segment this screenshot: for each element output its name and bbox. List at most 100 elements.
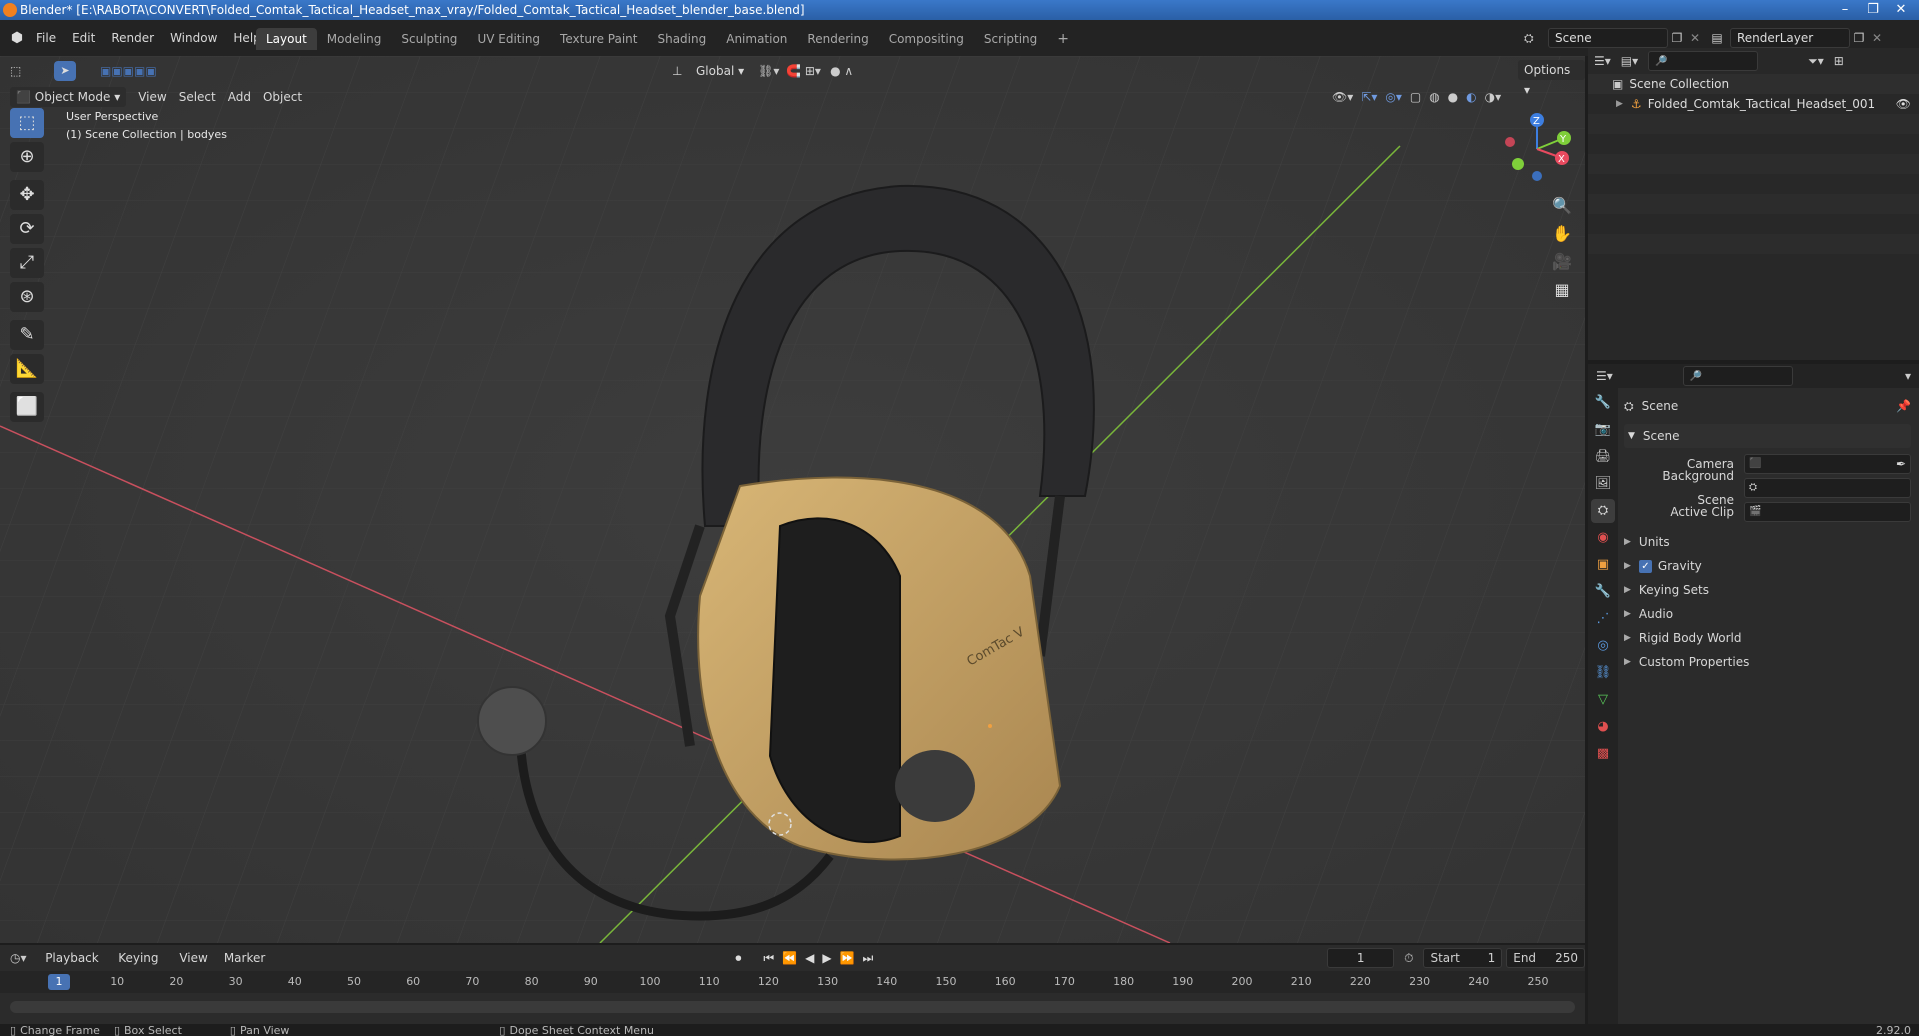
audio-subpanel[interactable]: ▶ Audio <box>1624 602 1911 626</box>
menu-keying[interactable]: Keying ▾ <box>112 948 169 985</box>
world-tab-icon[interactable]: ◉ <box>1591 526 1615 550</box>
3d-viewport[interactable]: ComTac V <box>0 56 1585 943</box>
view-layer-icon[interactable]: ▤ <box>1704 31 1730 45</box>
tab-texture-paint[interactable]: Texture Paint <box>550 28 647 50</box>
transform-tool-icon[interactable]: ⊛ <box>10 282 44 312</box>
rigid-body-world-subpanel[interactable]: ▶ Rigid Body World <box>1624 626 1911 650</box>
scene-section-header[interactable]: ▼ Scene <box>1624 424 1911 448</box>
constraint-tab-icon[interactable]: ⛓ <box>1591 661 1615 685</box>
delete-scene-icon[interactable]: ✕ <box>1686 31 1704 45</box>
start-frame-field[interactable]: Start 1 <box>1423 948 1503 968</box>
custom-properties-subpanel[interactable]: ▶ Custom Properties <box>1624 650 1911 674</box>
tab-layout[interactable]: Layout <box>256 28 317 50</box>
menu-file[interactable]: File <box>28 26 64 50</box>
filter-icon[interactable]: ⏷▾ <box>1808 54 1824 69</box>
pan-hand-icon[interactable]: ✋ <box>1548 220 1576 248</box>
add-workspace-icon[interactable]: + <box>1047 28 1079 50</box>
navigation-gizmo[interactable]: Z Y X <box>1500 112 1574 186</box>
xray-icon[interactable]: ▢ <box>1410 90 1421 104</box>
outliner-item[interactable]: ▶ ⚓ Folded_Comtak_Tactical_Headset_001 👁 <box>1588 94 1919 114</box>
zoom-icon[interactable]: 🔍 <box>1548 192 1576 220</box>
texture-tab-icon[interactable]: ▩ <box>1591 742 1615 766</box>
new-scene-icon[interactable]: ❐ <box>1668 31 1686 45</box>
menu-playback[interactable]: Playback ▾ <box>39 948 108 985</box>
scene-icon[interactable]: ⛭ <box>1524 31 1548 46</box>
snap-icon[interactable]: 🧲 ⊞▾ <box>786 64 830 78</box>
menu-render[interactable]: Render <box>103 26 162 50</box>
eye-icon[interactable]: 👁 <box>1896 94 1911 114</box>
tab-shading[interactable]: Shading <box>647 28 716 50</box>
properties-options-icon[interactable]: ▾ <box>1905 369 1911 383</box>
menu-timeline-view[interactable]: View <box>173 948 213 968</box>
select-box-tool-icon[interactable]: ⬚ <box>10 108 44 138</box>
current-frame-marker[interactable]: 1 <box>48 974 70 990</box>
rendered-shading-icon[interactable]: ◑▾ <box>1485 90 1502 104</box>
outliner-editor-icon[interactable]: ☰▾ <box>1594 54 1611 68</box>
menu-view[interactable]: View <box>132 87 172 107</box>
particles-tab-icon[interactable]: ⋰ <box>1591 607 1615 631</box>
tool-tab-icon[interactable]: 🔧 <box>1591 391 1615 415</box>
menu-window[interactable]: Window <box>162 26 225 50</box>
measure-tool-icon[interactable]: 📐 <box>10 354 44 384</box>
move-tool-icon[interactable]: ✥ <box>10 180 44 210</box>
rotate-tool-icon[interactable]: ⟳ <box>10 214 44 244</box>
pivot-icon[interactable]: ⛓▾ <box>758 64 786 78</box>
properties-search-input[interactable]: 🔎 <box>1682 366 1793 386</box>
output-tab-icon[interactable]: 🖨 <box>1591 445 1615 469</box>
gizmo-toggle-icon[interactable]: ⇱▾ <box>1361 90 1377 104</box>
new-collection-icon[interactable]: ⊞ <box>1834 54 1844 68</box>
visibility-icon[interactable]: 👁▾ <box>1332 90 1353 104</box>
delete-layer-icon[interactable]: ✕ <box>1868 31 1886 45</box>
minimize-icon[interactable]: – <box>1831 0 1859 20</box>
render-layer-selector[interactable]: RenderLayer <box>1730 28 1850 48</box>
new-layer-icon[interactable]: ❐ <box>1850 31 1868 45</box>
orthographic-grid-icon[interactable]: ▦ <box>1548 276 1576 304</box>
options-dropdown[interactable]: Options ▾ <box>1518 60 1585 97</box>
jump-end-icon[interactable]: ⏭ <box>863 951 874 966</box>
view-layer-tab-icon[interactable]: 🖼 <box>1591 472 1615 496</box>
active-clip-field[interactable]: 🎬 <box>1744 502 1911 522</box>
scene-tab-icon[interactable]: ⛭ <box>1591 499 1615 523</box>
frame-ruler[interactable]: 1 10 20 30 40 50 60 70 80 90 100 110 120 130 140 150 160… <box>0 971 1585 993</box>
object-tab-icon[interactable]: ▣ <box>1591 553 1615 577</box>
next-keyframe-icon[interactable]: ⏩ <box>840 951 855 965</box>
camera-field[interactable]: ⬛ ✒ <box>1744 454 1911 474</box>
material-tab-icon[interactable]: ◕ <box>1591 715 1615 739</box>
timeline-scrollbar[interactable] <box>10 1001 1575 1013</box>
tab-scripting[interactable]: Scripting <box>974 28 1047 50</box>
menu-edit[interactable]: Edit <box>64 26 103 50</box>
background-scene-field[interactable]: ⛭ <box>1744 478 1911 498</box>
gravity-checkbox[interactable]: ✓ <box>1638 559 1652 573</box>
camera-view-icon[interactable]: 🎥 <box>1548 248 1576 276</box>
tab-rendering[interactable]: Rendering <box>797 28 878 50</box>
annotate-tool-icon[interactable]: ✎ <box>10 320 44 350</box>
close-icon[interactable]: ✕ <box>1887 0 1915 20</box>
proportional-edit-icon[interactable]: ● ∧ <box>830 64 870 78</box>
end-frame-field[interactable]: End 250 <box>1506 948 1585 968</box>
tab-uv-editing[interactable]: UV Editing <box>467 28 550 50</box>
transform-orientation-dropdown[interactable]: Global ▾ <box>690 61 750 81</box>
solid-shading-icon[interactable]: ● <box>1448 90 1458 104</box>
mode-dropdown[interactable]: ⬛ Object Mode ▾ <box>10 87 127 107</box>
preview-range-icon[interactable]: ⏱ <box>1404 951 1413 966</box>
tab-animation[interactable]: Animation <box>716 28 797 50</box>
menu-marker[interactable]: Marker <box>218 948 271 968</box>
tab-compositing[interactable]: Compositing <box>879 28 974 50</box>
record-icon[interactable]: ⏺ <box>735 951 741 966</box>
scene-selector[interactable]: Scene <box>1548 28 1668 48</box>
tab-modeling[interactable]: Modeling <box>317 28 392 50</box>
units-subpanel[interactable]: ▶ Units <box>1624 530 1911 554</box>
add-cube-tool-icon[interactable]: ⬜ <box>10 392 44 422</box>
material-shading-icon[interactable]: ◐ <box>1466 90 1476 104</box>
expand-arrow-icon[interactable]: ▶ <box>1616 94 1623 114</box>
scale-tool-icon[interactable]: ⤢ <box>10 248 44 278</box>
editor-type-icon[interactable]: ⬚ <box>10 64 32 78</box>
scene-collection-row[interactable]: ▣ Scene Collection <box>1588 74 1919 94</box>
restore-icon[interactable]: ❐ <box>1859 0 1887 20</box>
overlay-toggle-icon[interactable]: ◎▾ <box>1385 90 1402 104</box>
wireframe-shading-icon[interactable]: ◍ <box>1429 90 1439 104</box>
properties-editor-icon[interactable]: ☰▾ <box>1596 369 1613 383</box>
blender-menu-icon[interactable]: ⬢ <box>6 30 28 46</box>
select-tool-icon[interactable]: ➤ <box>54 61 76 81</box>
jump-start-icon[interactable]: ⏮ <box>763 951 774 966</box>
